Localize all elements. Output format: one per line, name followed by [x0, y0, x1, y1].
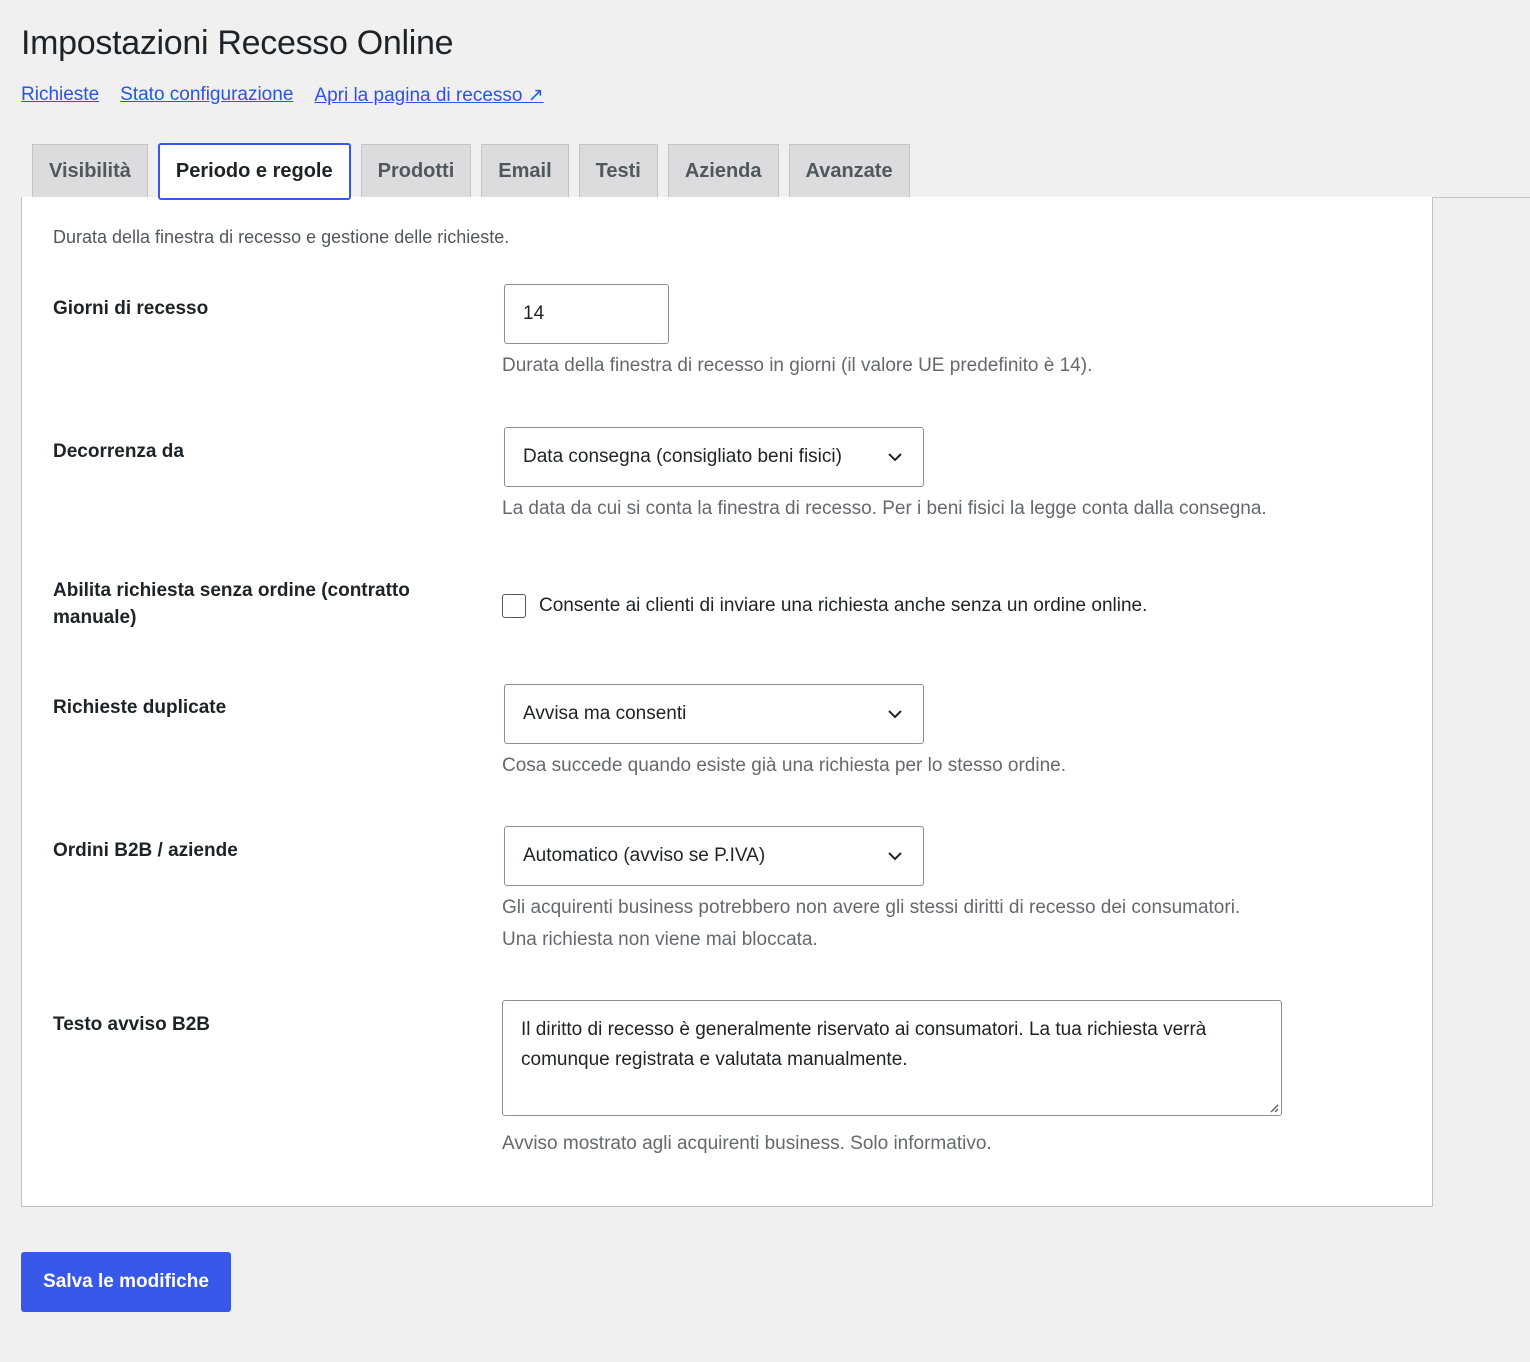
duplicate-selected-value: Avvisa ma consenti — [523, 703, 687, 724]
testo-b2b-value: Il diritto di recesso è generalmente ris… — [521, 1019, 1207, 1070]
settings-panel: Durata della finestra di recesso e gesti… — [21, 197, 1433, 1207]
decorrenza-select[interactable]: Data consegna (consigliato beni fisici) — [504, 427, 924, 487]
link-apri-pagina-recesso[interactable]: Apri la pagina di recesso ↗ — [314, 84, 543, 107]
giorni-description: Durata della finestra di recesso in gior… — [502, 355, 1093, 376]
chevron-down-icon — [888, 710, 902, 719]
testo-b2b-field: Il diritto di recesso è generalmente ris… — [502, 1000, 1282, 1116]
chevron-down-icon — [888, 453, 902, 462]
tab-azienda[interactable]: Azienda — [667, 144, 779, 198]
b2b-description-2: Una richiesta non viene mai bloccata. — [502, 929, 818, 950]
panel-intro: Durata della finestra di recesso e gesti… — [53, 227, 510, 247]
senza-ordine-checkbox-label[interactable]: Consente ai clienti di inviare una richi… — [539, 595, 1147, 617]
duplicate-description: Cosa succede quando esiste già una richi… — [502, 755, 1067, 776]
senza-ordine-label: Abilita richiesta senza ordine (contratt… — [53, 580, 410, 628]
b2b-description-1: Gli acquirenti business potrebbero non a… — [502, 897, 1241, 918]
chevron-down-icon — [888, 852, 902, 861]
link-stato-configurazione[interactable]: Stato configurazione — [120, 84, 293, 107]
tab-avanzate[interactable]: Avanzate — [788, 144, 910, 198]
decorrenza-field: Data consegna (consigliato beni fisici) — [504, 427, 924, 487]
duplicate-select[interactable]: Avvisa ma consenti — [504, 684, 924, 744]
link-richieste[interactable]: Richieste — [21, 84, 99, 107]
b2b-selected-value: Automatico (avviso se P.IVA) — [523, 845, 766, 866]
b2b-select[interactable]: Automatico (avviso se P.IVA) — [504, 826, 924, 886]
tab-email[interactable]: Email — [481, 144, 569, 198]
giorni-field: 14 — [504, 284, 669, 344]
giorni-input[interactable]: 14 — [504, 284, 669, 344]
resize-grip-icon[interactable] — [1267, 1101, 1279, 1113]
page-title: Impostazioni Recesso Online — [21, 24, 454, 62]
b2b-field: Automatico (avviso se P.IVA) — [504, 826, 924, 886]
giorni-label: Giorni di recesso — [53, 298, 209, 319]
senza-ordine-checkbox[interactable] — [502, 594, 526, 618]
testo-b2b-description: Avviso mostrato agli acquirenti business… — [502, 1133, 992, 1154]
duplicate-field: Avvisa ma consenti — [504, 684, 924, 744]
tab-periodo-e-regole[interactable]: Periodo e regole — [157, 143, 351, 200]
decorrenza-description: La data da cui si conta la finestra di r… — [502, 498, 1267, 519]
decorrenza-label: Decorrenza da — [53, 441, 184, 462]
save-button[interactable]: Salva le modifiche — [21, 1252, 231, 1312]
decorrenza-selected-value: Data consegna (consigliato beni fisici) — [523, 446, 842, 467]
tab-visibilita[interactable]: Visibilità — [32, 144, 148, 198]
b2b-label: Ordini B2B / aziende — [53, 840, 238, 861]
duplicate-label: Richieste duplicate — [53, 697, 227, 718]
tab-bar: Visibilità Periodo e regole Prodotti Ema… — [32, 143, 920, 201]
tab-testi[interactable]: Testi — [578, 144, 658, 198]
header-links: Richieste Stato configurazione Apri la p… — [21, 84, 544, 107]
senza-ordine-row: Consente ai clienti di inviare una richi… — [502, 594, 1147, 618]
tab-prodotti[interactable]: Prodotti — [360, 144, 472, 198]
testo-b2b-textarea[interactable]: Il diritto di recesso è generalmente ris… — [502, 1000, 1282, 1116]
testo-b2b-label: Testo avviso B2B — [53, 1014, 210, 1035]
